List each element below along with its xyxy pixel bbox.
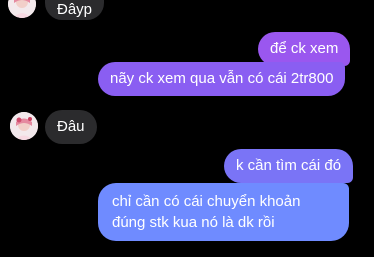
message-outgoing[interactable]: để ck xem xyxy=(258,32,351,66)
message-outgoing[interactable]: k cần tìm cái đó xyxy=(224,149,354,183)
message-incoming[interactable]: Đâyp xyxy=(45,0,105,20)
message-incoming[interactable]: Đâu xyxy=(45,110,97,144)
message-outgoing[interactable]: nãy ck xem qua vẫn có cái 2tr800 xyxy=(98,62,346,96)
chat-thread: Đâyp để ck xem nãy ck xem qua vẫn có cái… xyxy=(0,0,374,257)
contact-avatar-icon[interactable] xyxy=(10,112,38,140)
message-outgoing[interactable]: chỉ cần có cái chuyển khoản đúng stk kua… xyxy=(98,183,349,241)
contact-avatar-icon[interactable] xyxy=(8,0,36,18)
